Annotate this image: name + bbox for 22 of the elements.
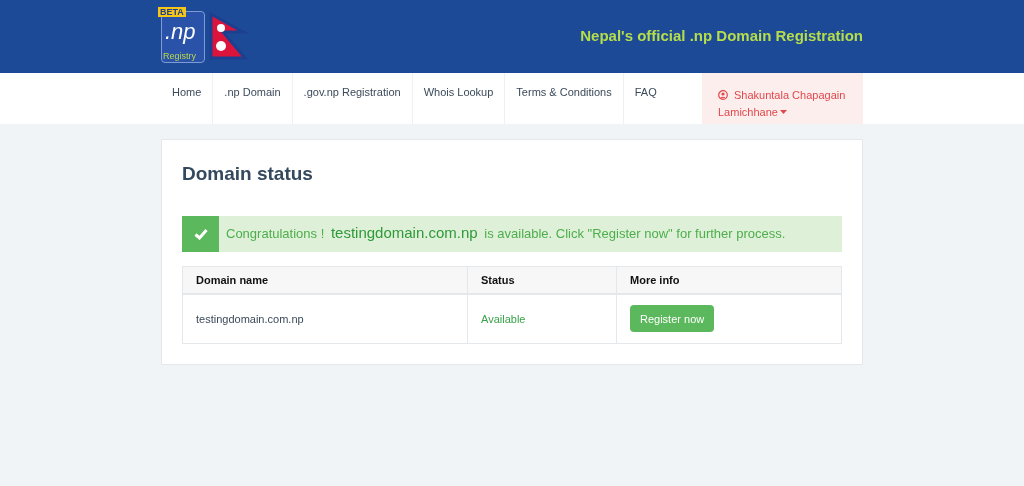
nav-link[interactable]: FAQ bbox=[623, 73, 668, 124]
table-cell: testingdomain.com.np bbox=[182, 294, 468, 343]
site-tagline: Nepal's official .np Domain Registration bbox=[580, 26, 863, 47]
nav-link[interactable]: .np Domain bbox=[213, 73, 293, 124]
nav-link[interactable]: Home bbox=[161, 73, 214, 124]
flag-icon bbox=[209, 11, 249, 62]
column-header: Status bbox=[467, 266, 617, 294]
nav-link[interactable]: Whois Lookup bbox=[412, 73, 506, 124]
nav-link[interactable]: Terms & Conditions bbox=[505, 73, 624, 124]
status-cell: Available bbox=[467, 294, 617, 343]
logo-caption: Registry bbox=[163, 50, 196, 61]
caret-icon bbox=[779, 110, 787, 116]
check-icon bbox=[193, 227, 208, 240]
logo-mark: .np bbox=[165, 19, 196, 44]
column-header: Domain name bbox=[182, 266, 468, 294]
card-title: Domain status bbox=[182, 162, 314, 186]
column-header: More info bbox=[616, 266, 842, 294]
alert-message: Congratulations ! testingdomain.com.np is available. Click "Register now" for further process. bbox=[226, 223, 786, 244]
user-menu[interactable]: Shakuntala Chapagain Lamichhane bbox=[702, 73, 863, 124]
beta-badge: BETA bbox=[158, 6, 186, 17]
nav-link[interactable]: .gov.np Registration bbox=[292, 73, 413, 124]
user-icon bbox=[718, 89, 728, 100]
